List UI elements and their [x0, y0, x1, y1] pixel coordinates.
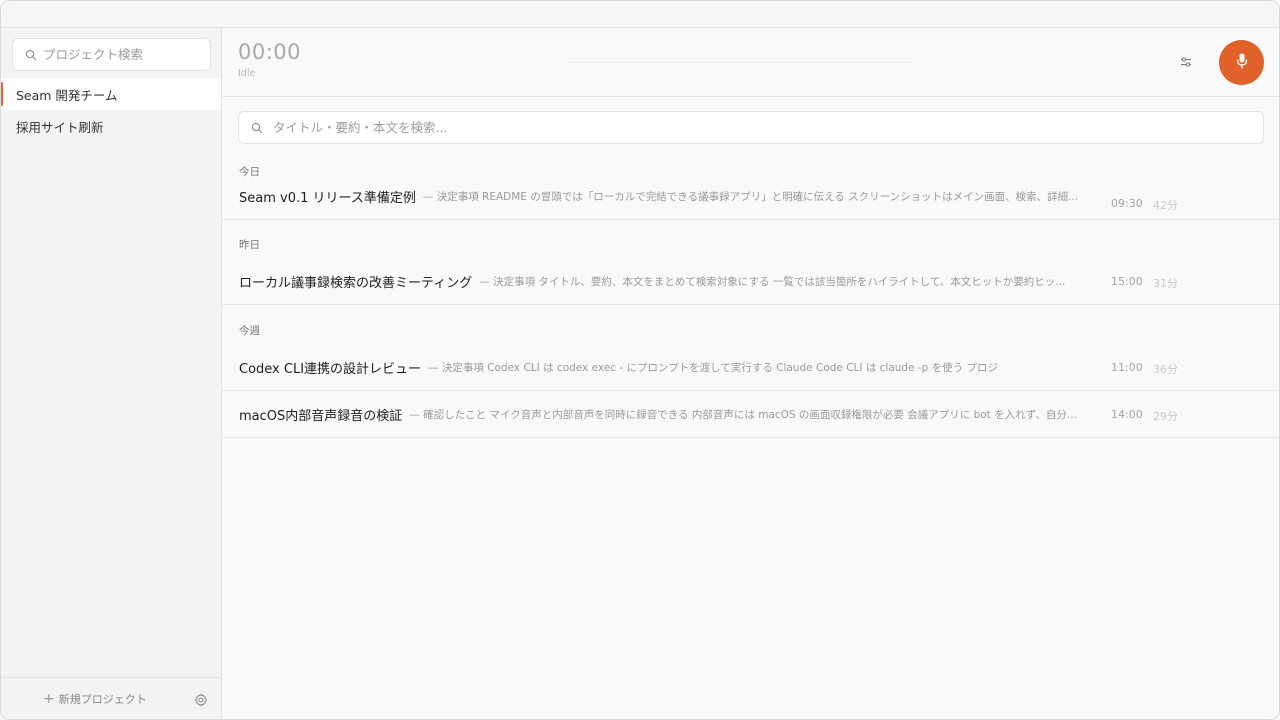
record-button[interactable]	[1219, 40, 1264, 85]
main-panel: 00:00 Idle タイトル・要約・本文を検索... 今日 Seam v0.1…	[222, 28, 1279, 719]
meeting-duration: 31分	[1153, 277, 1178, 290]
meeting-duration: 42分	[1153, 199, 1178, 212]
meeting-title: Seam v0.1 リリース準備定例	[239, 190, 416, 206]
meeting-search-box[interactable]	[238, 111, 1264, 144]
meeting-time: 14:00	[1111, 408, 1143, 421]
gear-icon[interactable]	[194, 692, 208, 707]
meeting-list: 今日 Seam v0.1 リリース準備定例 — 決定事項 README の冒頭で…	[222, 159, 1279, 438]
meeting-time: 11:00	[1111, 361, 1143, 374]
plus-icon: +	[43, 691, 55, 707]
meeting-snippet: — 決定事項 Codex CLI は codex exec - にプロンプトを渡…	[428, 361, 999, 374]
meeting-snippet: — 確認したこと マイク音声と内部音声を同時に録音できる 内部音声には macO…	[409, 408, 1077, 421]
waveform-line	[567, 62, 912, 63]
title-bar	[1, 1, 1279, 28]
sidebar: Seam 開発チーム 採用サイト刷新 + 新規プロジェクト	[1, 28, 222, 719]
meeting-duration: 36分	[1153, 363, 1178, 376]
project-item-seam[interactable]: Seam 開発チーム	[1, 78, 221, 110]
meeting-time: 15:00	[1111, 275, 1143, 288]
microphone-icon	[1235, 52, 1249, 74]
group-label-this-week: 今週	[239, 325, 260, 337]
search-icon	[251, 122, 263, 134]
project-search-input[interactable]	[43, 47, 193, 62]
meeting-title: ローカル議事録検索の改善ミーティング	[239, 275, 473, 291]
recording-timer: 00:00	[238, 40, 302, 64]
meeting-time: 09:30	[1111, 197, 1143, 210]
recording-status: Idle	[238, 68, 256, 79]
project-item-recruit-site[interactable]: 採用サイト刷新	[1, 110, 221, 142]
meeting-title: macOS内部音声録音の検証	[239, 408, 403, 424]
recorder-bar: 00:00 Idle	[222, 28, 1279, 97]
sidebar-footer: + 新規プロジェクト	[1, 677, 221, 719]
new-project-button[interactable]: + 新規プロジェクト	[43, 691, 147, 707]
meeting-title: Codex CLI連携の設計レビュー	[239, 361, 422, 377]
app-window: Seam 開発チーム 採用サイト刷新 + 新規プロジェクト 00:00 Idle	[0, 0, 1280, 720]
meeting-row[interactable]: ローカル議事録検索の改善ミーティング — 決定事項 タイトル、要約、本文をまとめ…	[222, 258, 1279, 305]
new-project-label: 新規プロジェクト	[58, 693, 147, 706]
meeting-row[interactable]: Codex CLI連携の設計レビュー — 決定事項 Codex CLI は co…	[222, 344, 1279, 391]
meeting-search-input[interactable]	[273, 120, 1173, 135]
search-icon	[25, 49, 37, 61]
meeting-row[interactable]: macOS内部音声録音の検証 — 確認したこと マイク音声と内部音声を同時に録音…	[222, 391, 1279, 438]
project-list: Seam 開発チーム 採用サイト刷新	[1, 78, 221, 142]
project-search-box[interactable]	[12, 38, 211, 71]
group-label-yesterday: 昨日	[239, 239, 260, 251]
meeting-snippet: — 決定事項 README の冒頭では「ローカルで完結できる議事録アプリ」と明確…	[422, 190, 1079, 203]
meeting-duration: 29分	[1153, 410, 1178, 423]
meeting-row[interactable]: Seam v0.1 リリース準備定例 — 決定事項 README の冒頭では「ロ…	[222, 159, 1279, 220]
sliders-icon[interactable]	[1179, 54, 1193, 68]
meeting-snippet: — 決定事項 タイトル、要約、本文をまとめて検索対象にする 一覧では該当箇所をハ…	[479, 275, 1066, 288]
